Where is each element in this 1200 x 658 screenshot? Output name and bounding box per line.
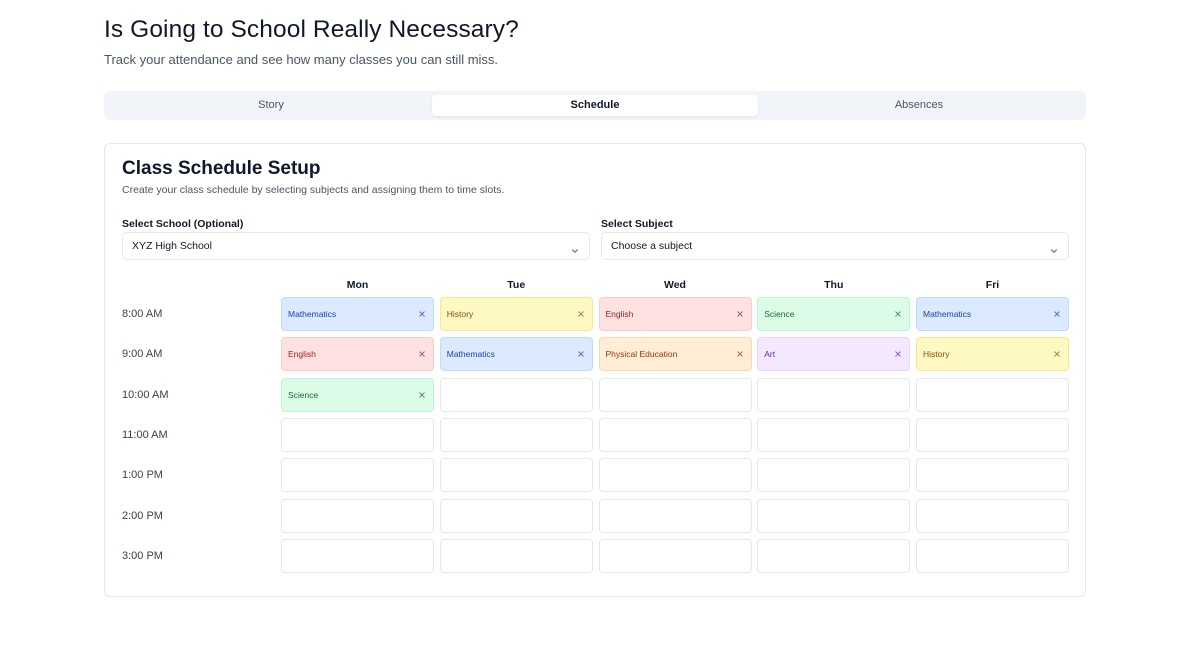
slot-subject-label: Physical Education bbox=[605, 349, 678, 360]
schedule-slot-empty[interactable] bbox=[281, 498, 434, 533]
time-label: 8:00 AM bbox=[122, 308, 163, 320]
slot-subject-label: Art bbox=[764, 349, 776, 360]
close-icon[interactable] bbox=[417, 349, 427, 359]
day-header-thu: Thu bbox=[824, 279, 844, 291]
time-label: 11:00 AM bbox=[122, 428, 168, 441]
close-icon[interactable] bbox=[735, 309, 745, 319]
page-subtitle: Track your attendance and see how many c… bbox=[104, 52, 499, 67]
subject-select-label: Select Subject bbox=[601, 218, 673, 230]
page-title: Is Going to School Really Necessary? bbox=[104, 16, 519, 43]
schedule-slot-empty[interactable] bbox=[916, 498, 1069, 533]
slot-subject-label: Mathematics bbox=[923, 309, 972, 319]
tab-absences[interactable]: Absences bbox=[756, 95, 1082, 116]
close-icon[interactable] bbox=[893, 309, 903, 319]
schedule-slot-empty[interactable] bbox=[439, 377, 593, 412]
schedule-slot-empty[interactable] bbox=[916, 417, 1069, 452]
close-icon[interactable] bbox=[1052, 309, 1062, 319]
schedule-setup-card: Class Schedule Setup Create your class s… bbox=[104, 143, 1086, 597]
schedule-slot-empty[interactable] bbox=[757, 458, 911, 493]
day-header-wed: Wed bbox=[664, 279, 686, 291]
schedule-slot-filled[interactable]: History bbox=[439, 297, 593, 331]
card-title: Class Schedule Setup bbox=[122, 158, 321, 179]
schedule-slot-empty[interactable] bbox=[439, 417, 593, 452]
schedule-slot-filled[interactable]: English bbox=[598, 297, 752, 331]
close-icon[interactable] bbox=[576, 349, 586, 359]
day-header-mon: Mon bbox=[346, 279, 369, 291]
slot-subject-label: English bbox=[288, 349, 316, 360]
tab-schedule[interactable]: Schedule bbox=[432, 95, 758, 116]
schedule-slot-empty[interactable] bbox=[439, 498, 593, 533]
schedule-slot-filled[interactable]: English bbox=[281, 337, 434, 372]
close-icon[interactable] bbox=[735, 349, 745, 359]
slot-subject-label: Mathematics bbox=[288, 309, 337, 319]
schedule-slot-empty[interactable] bbox=[757, 377, 911, 412]
close-icon[interactable] bbox=[417, 309, 427, 319]
schedule-slot-empty[interactable] bbox=[598, 377, 752, 412]
schedule-slot-empty[interactable] bbox=[439, 458, 593, 493]
slot-subject-label: Science bbox=[288, 389, 319, 400]
schedule-slot-filled[interactable]: Mathematics bbox=[916, 297, 1069, 331]
schedule-slot-empty[interactable] bbox=[757, 538, 911, 573]
schedule-slot-empty[interactable] bbox=[281, 458, 434, 493]
schedule-slot-filled[interactable]: Art bbox=[757, 337, 911, 372]
chevron-down-icon bbox=[571, 242, 579, 253]
slot-subject-label: Mathematics bbox=[446, 349, 495, 360]
school-select[interactable]: XYZ High School bbox=[122, 232, 590, 260]
schedule-slot-empty[interactable] bbox=[916, 377, 1069, 412]
close-icon[interactable] bbox=[893, 349, 903, 359]
schedule-slot-empty[interactable] bbox=[439, 538, 593, 573]
schedule-slot-empty[interactable] bbox=[598, 498, 752, 533]
subject-select[interactable]: Choose a subject bbox=[601, 232, 1069, 260]
chevron-down-icon bbox=[1050, 242, 1058, 253]
schedule-slot-empty[interactable] bbox=[916, 538, 1069, 573]
schedule-slot-empty[interactable] bbox=[598, 417, 752, 452]
slot-subject-label: History bbox=[923, 349, 950, 360]
school-select-value: XYZ High School bbox=[132, 240, 212, 252]
time-label: 9:00 AM bbox=[122, 348, 163, 361]
slot-subject-label: History bbox=[446, 309, 474, 319]
day-header-fri: Fri bbox=[985, 279, 1000, 291]
subject-select-placeholder: Choose a subject bbox=[611, 240, 693, 252]
day-header-tue: Tue bbox=[507, 279, 526, 291]
schedule-slot-empty[interactable] bbox=[281, 538, 434, 573]
slot-subject-label: English bbox=[605, 309, 634, 319]
time-label: 1:00 PM bbox=[122, 469, 163, 482]
schedule-slot-empty[interactable] bbox=[757, 417, 911, 452]
time-label: 10:00 AM bbox=[122, 388, 169, 401]
close-icon[interactable] bbox=[576, 309, 586, 319]
school-select-label: Select School (Optional) bbox=[122, 218, 244, 230]
slot-subject-label: Science bbox=[764, 309, 795, 319]
card-description: Create your class schedule by selecting … bbox=[122, 184, 505, 196]
schedule-slot-filled[interactable]: Mathematics bbox=[281, 297, 434, 331]
schedule-slot-filled[interactable]: History bbox=[916, 337, 1069, 372]
close-icon[interactable] bbox=[1052, 349, 1062, 359]
schedule-slot-empty[interactable] bbox=[598, 458, 752, 493]
tab-story[interactable]: Story bbox=[108, 95, 434, 116]
close-icon[interactable] bbox=[417, 390, 427, 400]
tab-bar: Story Schedule Absences bbox=[104, 91, 1086, 120]
schedule-slot-filled[interactable]: Mathematics bbox=[439, 337, 593, 372]
schedule-slot-empty[interactable] bbox=[757, 498, 911, 533]
time-label: 3:00 PM bbox=[122, 549, 163, 562]
time-label: 2:00 PM bbox=[122, 509, 163, 522]
schedule-slot-filled[interactable]: Science bbox=[281, 377, 434, 412]
schedule-slot-empty[interactable] bbox=[281, 417, 434, 452]
schedule-slot-filled[interactable]: Physical Education bbox=[598, 337, 752, 372]
schedule-slot-empty[interactable] bbox=[916, 458, 1069, 493]
schedule-slot-empty[interactable] bbox=[598, 538, 752, 573]
schedule-slot-filled[interactable]: Science bbox=[757, 297, 911, 331]
